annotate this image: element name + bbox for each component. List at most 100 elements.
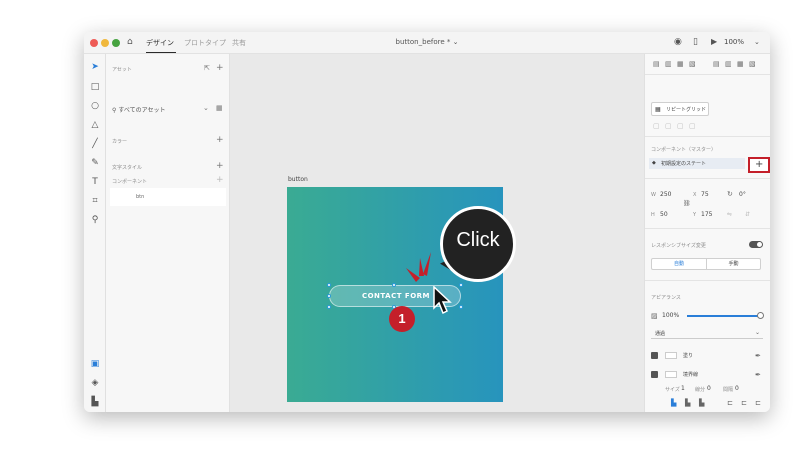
chevron-down-icon[interactable]: ⌄ (203, 104, 209, 113)
flip-vertical-icon[interactable]: ⇵ (745, 211, 750, 219)
add-component-button[interactable]: + (216, 176, 224, 185)
align-right-icon[interactable]: ▦ (737, 60, 744, 68)
asset-filter[interactable]: ⚲ すべてのアセット (112, 105, 166, 114)
component-master-label: コンポーネント（マスター） (651, 147, 717, 153)
plugins-icon[interactable]: ▙ (84, 397, 106, 407)
app-window: ⌂ デザイン プロトタイプ 共有 button_before * ⌄ ◉ ▯ ▶… (84, 32, 770, 412)
play-icon[interactable]: ▶ (711, 37, 717, 47)
flip-icon[interactable]: ⇋ (727, 211, 732, 219)
eyedropper-icon[interactable]: ✒ (755, 352, 761, 360)
document-title[interactable]: button_before * ⌄ (84, 38, 770, 46)
blend-mode-value: 通過 (655, 331, 666, 337)
border-swatch[interactable] (665, 371, 677, 378)
boolean-exclude-icon[interactable]: ▢ (689, 122, 696, 130)
distribute-vertical-icon[interactable]: ▧ (689, 60, 696, 68)
add-state-button[interactable]: + (748, 157, 770, 173)
x-value[interactable]: 75 (701, 191, 709, 198)
assets-panel-icon[interactable]: ▣ (84, 359, 106, 369)
artboard-label[interactable]: button (288, 176, 308, 183)
lock-aspect-icon[interactable]: ⛓ (683, 200, 691, 208)
fill-label: 塗り (683, 353, 694, 359)
selection-handle[interactable] (392, 283, 396, 287)
active-tab-indicator (146, 52, 176, 53)
border-size-value[interactable]: 1 (681, 385, 685, 392)
rotate-icon: ↻ (727, 190, 733, 198)
repeat-grid-label: リピートグリッド (666, 107, 707, 113)
divider (645, 74, 770, 75)
blend-mode-select[interactable]: 通過 ⌄ (651, 328, 763, 339)
polygon-tool-icon[interactable]: △ (84, 120, 106, 130)
opacity-slider-handle[interactable] (757, 312, 764, 319)
selection-handle[interactable] (327, 294, 331, 298)
rotation-value[interactable]: 0° (739, 191, 746, 198)
fill-checkbox[interactable] (651, 352, 658, 359)
grid-view-icon[interactable]: ▦ (216, 104, 223, 113)
divider (645, 228, 770, 229)
boolean-add-icon[interactable]: ▢ (653, 122, 660, 130)
chevron-down-icon[interactable]: ⌄ (754, 37, 760, 47)
repeat-grid-button[interactable]: ▦ リピートグリッド (651, 102, 709, 116)
zoom-tool-icon[interactable]: ⚲ (84, 215, 106, 225)
gap-value[interactable]: 0 (735, 385, 739, 392)
fill-swatch[interactable] (665, 352, 677, 359)
align-left-icon[interactable]: ▤ (713, 60, 720, 68)
cap-round-icon[interactable]: ▙ (685, 399, 690, 407)
height-label: H (651, 212, 655, 218)
user-icon[interactable]: ◉ (674, 37, 682, 47)
line-tool-icon[interactable]: ╱ (84, 139, 106, 149)
component-item-label: btn (136, 194, 145, 200)
y-value[interactable]: 175 (701, 211, 712, 218)
artboard-tool-icon[interactable]: ⌗ (84, 196, 106, 206)
selection-handle[interactable] (459, 305, 463, 309)
responsive-resize-label: レスポンシブサイズ変更 (651, 243, 706, 249)
rectangle-tool-icon[interactable]: □ (84, 82, 106, 92)
resize-auto-button[interactable]: 自動 (652, 259, 707, 269)
responsive-resize-toggle[interactable] (749, 241, 763, 248)
dash-value[interactable]: 0 (707, 385, 711, 392)
join-round-icon[interactable]: ⊏ (741, 399, 747, 407)
add-char-style-button[interactable]: + (216, 162, 224, 171)
height-value[interactable]: 50 (660, 211, 668, 218)
selection-handle[interactable] (327, 283, 331, 287)
ellipse-tool-icon[interactable]: ○ (84, 101, 106, 111)
eyedropper-icon[interactable]: ✒ (755, 371, 761, 379)
export-icon[interactable]: ⇱ (204, 64, 210, 73)
border-size-label: サイズ (665, 387, 680, 393)
border-checkbox[interactable] (651, 371, 658, 378)
toggle-knob (757, 242, 762, 247)
join-miter-icon[interactable]: ⊏ (727, 399, 733, 407)
distribute-horizontal-icon[interactable]: ▧ (749, 60, 756, 68)
boolean-intersect-icon[interactable]: ▢ (677, 122, 684, 130)
add-asset-button[interactable]: + (216, 64, 224, 73)
align-middle-icon[interactable]: ▥ (665, 60, 672, 68)
assets-title: アセット (112, 67, 132, 73)
pen-tool-icon[interactable]: ✎ (84, 158, 106, 168)
select-tool-icon[interactable]: ➤ (84, 62, 106, 72)
cap-butt-icon[interactable]: ▙ (671, 399, 676, 407)
selection-handle[interactable] (459, 283, 463, 287)
boolean-subtract-icon[interactable]: ▢ (665, 122, 672, 130)
opacity-slider[interactable] (687, 315, 759, 317)
border-label: 境界線 (683, 372, 699, 378)
step-1-badge: 1 (389, 306, 415, 332)
y-label: Y (693, 212, 697, 218)
layers-icon[interactable]: ◈ (84, 378, 106, 388)
align-top-icon[interactable]: ▤ (653, 60, 660, 68)
width-value[interactable]: 250 (660, 191, 671, 198)
default-state-row[interactable]: ◆ 初期設定のステート (649, 158, 745, 169)
add-color-button[interactable]: + (216, 136, 224, 145)
join-bevel-icon[interactable]: ⊏ (755, 399, 761, 407)
opacity-value[interactable]: 100% (662, 312, 679, 319)
text-tool-icon[interactable]: T (84, 177, 106, 187)
cap-square-icon[interactable]: ▙ (699, 399, 704, 407)
zoom-level[interactable]: 100% (724, 38, 744, 46)
device-preview-icon[interactable]: ▯ (693, 37, 698, 47)
align-center-icon[interactable]: ▥ (725, 60, 732, 68)
x-label: X (693, 192, 697, 198)
selection-handle[interactable] (327, 305, 331, 309)
char-styles-section-label: 文字スタイル (112, 165, 143, 171)
canvas[interactable]: button CONTACT FORM Click 1 (230, 54, 644, 412)
resize-manual-button[interactable]: 手動 (707, 259, 760, 269)
component-item-btn[interactable]: btn (110, 188, 226, 206)
align-bottom-icon[interactable]: ▦ (677, 60, 684, 68)
